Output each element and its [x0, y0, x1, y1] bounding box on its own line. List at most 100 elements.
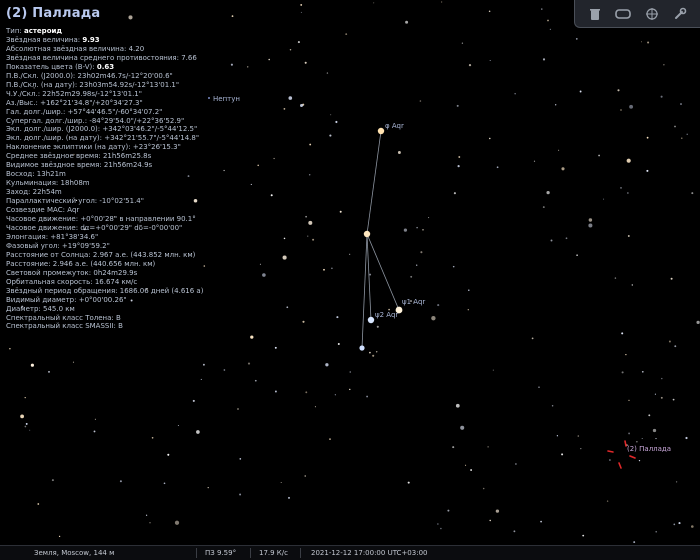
- info-value: 1686.06 дней (4.616 a): [119, 286, 204, 295]
- info-value: +342°03'46.2"/-5°44'12.5": [102, 125, 198, 134]
- background-star: [561, 167, 565, 171]
- background-star: [558, 149, 560, 151]
- info-line: Восход: 13h21m: [6, 170, 206, 179]
- background-star: [668, 340, 671, 343]
- background-star: [326, 72, 329, 74]
- grid-target-icon[interactable]: [642, 4, 662, 24]
- info-value: 2.946 а.е. (440.656 млн. км): [52, 259, 156, 268]
- background-star: [9, 347, 11, 350]
- background-star: [541, 8, 543, 10]
- background-star: [531, 337, 534, 340]
- background-star: [588, 218, 593, 222]
- info-label: Среднее звёздное время:: [6, 152, 103, 161]
- background-star: [51, 479, 54, 482]
- background-star: [440, 1, 443, 3]
- background-star: [674, 345, 677, 348]
- star-center: [363, 230, 371, 238]
- background-star: [151, 436, 154, 439]
- info-line: П.В./Скл. (J2000.0): 23h02m46.7s/-12°20'…: [6, 72, 206, 81]
- status-fov: ПЗ 9.59°: [205, 549, 237, 557]
- background-star: [565, 237, 568, 240]
- background-star: [620, 109, 622, 111]
- background-star: [652, 428, 657, 433]
- background-star: [254, 379, 257, 382]
- trash-icon[interactable]: [585, 4, 605, 24]
- object-info-panel: Тип: астероид Звёздная величина: 9.93 Абсо…: [6, 27, 206, 331]
- background-star: [691, 192, 694, 195]
- background-star: [335, 120, 338, 124]
- background-star: [437, 523, 439, 525]
- background-star: [690, 525, 694, 528]
- info-value: +57°44'46.5"/-60°34'07.2": [67, 107, 163, 116]
- background-star: [660, 95, 663, 98]
- background-star: [488, 10, 491, 13]
- background-star: [270, 194, 273, 197]
- info-value: +19°09'59.2": [61, 241, 110, 250]
- background-star: [309, 143, 312, 146]
- info-value: +0°00'00.26": [78, 295, 127, 304]
- background-star: [366, 395, 369, 398]
- background-star: [492, 369, 494, 371]
- eye-icon[interactable]: [613, 4, 633, 24]
- background-star: [646, 169, 649, 172]
- background-star: [300, 3, 303, 6]
- info-value: +162°21'34.8"/+20°34'27.3": [40, 98, 143, 107]
- background-star: [119, 480, 122, 483]
- background-star: [416, 264, 418, 266]
- info-value: 23h02m46.7s/-12°20'00.6": [77, 71, 173, 80]
- info-value: Aqr: [67, 206, 80, 215]
- background-star: [576, 254, 578, 257]
- background-star: [329, 438, 331, 440]
- background-star: [626, 158, 631, 163]
- info-label: Аз./Выс.:: [6, 98, 41, 107]
- background-star: [686, 133, 688, 135]
- background-star: [482, 487, 485, 490]
- background-star: [577, 435, 580, 437]
- background-star: [648, 414, 651, 417]
- info-label: Элонгация:: [6, 232, 51, 241]
- status-datetime[interactable]: 2021-12-12 17:00:00 UTC+03:00: [311, 549, 427, 557]
- info-value: +23°26'15.3": [132, 143, 181, 152]
- background-star: [467, 309, 469, 311]
- background-star: [376, 325, 379, 328]
- background-star: [678, 522, 681, 525]
- background-star: [331, 267, 333, 270]
- background-star: [207, 486, 209, 489]
- background-star: [407, 481, 410, 484]
- info-label: Диаметр:: [6, 304, 43, 313]
- background-star: [174, 520, 180, 525]
- background-star: [304, 61, 307, 64]
- background-star: [163, 482, 166, 485]
- constellation-line: [366, 130, 382, 235]
- info-value: 18h08m: [60, 179, 90, 188]
- background-star: [72, 361, 75, 363]
- background-star: [457, 165, 460, 168]
- info-line: Кульминация: 18h08m: [6, 179, 206, 188]
- info-line: Орбитальная скорость: 16.674 км/с: [6, 278, 206, 287]
- background-star: [514, 463, 517, 465]
- label-neptune: Нептун: [213, 95, 240, 103]
- info-value: 13h21m: [36, 170, 66, 179]
- background-star: [606, 500, 609, 502]
- background-star: [673, 523, 676, 526]
- info-value: 16.674 км/с: [94, 277, 138, 286]
- top-toolbar: [574, 0, 700, 28]
- background-star: [555, 104, 557, 106]
- constellation-line: [366, 233, 400, 311]
- background-star: [308, 174, 311, 176]
- info-line: Расстояние от Солнца: 2.967 а.е. (443.85…: [6, 251, 206, 260]
- info-label: Гал. долг./шир.:: [6, 107, 68, 116]
- background-star: [410, 275, 413, 278]
- status-location[interactable]: Земля, Moscow, 144 м: [34, 549, 114, 557]
- background-star: [533, 160, 536, 162]
- background-star: [287, 496, 291, 499]
- background-star: [314, 406, 316, 408]
- info-value: 21h56m25.8s: [102, 152, 152, 161]
- background-star: [250, 183, 252, 185]
- info-line: Экл. долг./шир. (J2000.0): +342°03'46.2"…: [6, 125, 206, 134]
- wrench-icon[interactable]: [670, 4, 690, 24]
- background-star: [455, 403, 460, 408]
- background-star: [636, 441, 638, 443]
- background-star: [250, 335, 254, 339]
- info-line: Тип: астероид: [6, 27, 206, 36]
